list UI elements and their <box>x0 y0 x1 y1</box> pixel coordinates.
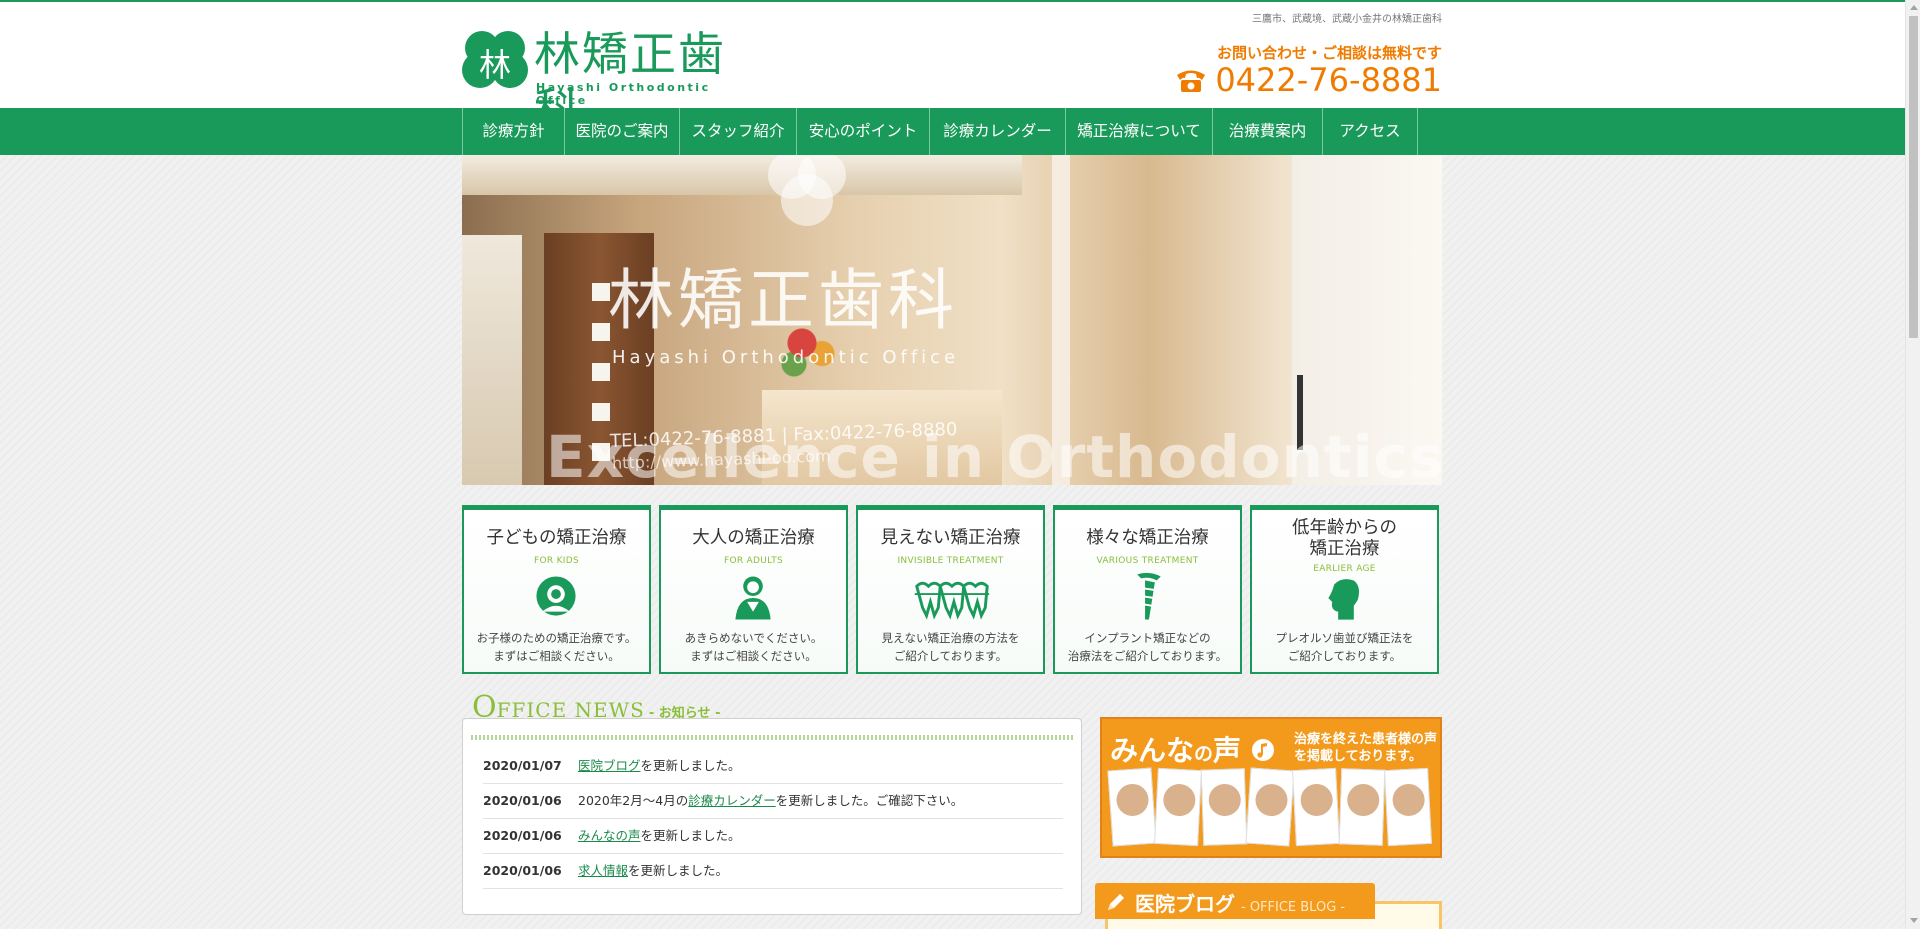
news-box: 2020/01/07 医院ブログを更新しました。 2020/01/06 2020年2… <box>462 718 1082 915</box>
card-subtitle: FOR KIDS <box>534 556 579 566</box>
card-title: 様々な矯正治療 <box>1086 528 1209 548</box>
hero-shelf <box>462 235 522 485</box>
news-item: 2020/01/07 医院ブログを更新しました。 <box>483 749 1063 784</box>
nav-item-fees[interactable]: 治療費案内 <box>1213 108 1323 155</box>
phone-number: 0422-76-8881 <box>1215 61 1442 99</box>
card-subtitle: EARLIER AGE <box>1313 564 1376 574</box>
patient-card <box>1154 767 1202 847</box>
card-subtitle: VARIOUS TREATMENT <box>1096 556 1199 566</box>
card-title: 低年齢からの 矯正治療 <box>1292 518 1397 559</box>
implant-icon <box>1137 572 1161 620</box>
card-title: 大人の矯正治療 <box>692 528 815 548</box>
treatment-cards: 子どもの矯正治療 FOR KIDS お子様のための矯正治療です。 まずはご相談くだ… <box>462 505 1442 674</box>
site-logo[interactable]: 林 林矯正歯科 Hayashi Orthodontic Office <box>462 26 762 137</box>
phone-icon <box>1177 70 1206 92</box>
patient-card <box>1107 767 1157 847</box>
news-date: 2020/01/06 <box>483 793 562 808</box>
card-description: お子様のための矯正治療です。 まずはご相談ください。 <box>476 631 637 663</box>
patient-voices-banner[interactable]: みんなの声 治療を終えた患者様の声を掲載しております。 <box>1100 717 1442 858</box>
news-item: 2020/01/06 みんなの声を更新しました。 <box>483 819 1063 854</box>
nav-item-safety-points[interactable]: 安心のポイント <box>797 108 930 155</box>
scroll-up-icon[interactable] <box>1910 5 1918 10</box>
scroll-down-icon[interactable] <box>1910 918 1918 923</box>
logo-subtitle: Hayashi Orthodontic Office <box>536 81 711 107</box>
card-description: プレオルソ歯並び矯正法を ご紹介しております。 <box>1275 631 1414 663</box>
nav-item-orthodontics[interactable]: 矯正治療について <box>1066 108 1213 155</box>
patient-card <box>1384 767 1432 847</box>
site-header: 三鷹市、武蔵境、武蔵小金井の林矯正歯科 林 林矯正歯科 Hayashi Orth… <box>0 2 1905 137</box>
card-various[interactable]: 様々な矯正治療 VARIOUS TREATMENT インプラント矯正などの 治療法… <box>1053 505 1242 674</box>
news-date: 2020/01/06 <box>483 828 562 843</box>
nav-item-staff[interactable]: スタッフ紹介 <box>680 108 797 155</box>
blog-title: 医院ブログ - OFFICE BLOG - <box>1135 892 1346 916</box>
logo-mark-text: 林 <box>479 46 511 84</box>
nav-item-calendar[interactable]: 診療カレンダー <box>930 108 1066 155</box>
card-adults[interactable]: 大人の矯正治療 FOR ADULTS あきらめないでください。 まずはご相談くださ… <box>659 505 848 674</box>
patient-card <box>1338 768 1386 846</box>
card-description: あきらめないでください。 まずはご相談ください。 <box>684 631 823 663</box>
child-icon <box>536 576 576 616</box>
office-blog[interactable]: 医院ブログ - OFFICE BLOG - <box>1095 883 1442 929</box>
news-item: 2020/01/06 求人情報を更新しました。 <box>483 854 1063 889</box>
card-title: 見えない矯正治療 <box>880 528 1021 548</box>
news-link-blog[interactable]: 医院ブログ <box>578 758 641 773</box>
patient-card <box>1245 767 1295 847</box>
card-title: 子どもの矯正治療 <box>486 528 627 548</box>
main-nav: 診療方針 医院のご案内 スタッフ紹介 安心のポイント 診療カレンダー 矯正治療に… <box>0 108 1905 155</box>
hero-tagline: Excellence in Orthodontics <box>546 423 1442 485</box>
news-link-jobs[interactable]: 求人情報 <box>578 863 628 878</box>
card-description: 見えない矯正治療の方法を ご紹介しております。 <box>881 631 1020 663</box>
card-kids[interactable]: 子どもの矯正治療 FOR KIDS お子様のための矯正治療です。 まずはご相談くだ… <box>462 505 651 674</box>
nav-item-clinic-info[interactable]: 医院のご案内 <box>565 108 680 155</box>
card-subtitle: FOR ADULTS <box>723 556 784 566</box>
patient-card <box>1292 767 1340 847</box>
card-invisible[interactable]: 見えない矯正治療 INVISIBLE TREATMENT 見えない矯正治療の方法… <box>856 505 1045 674</box>
header-tagline: 三鷹市、武蔵境、武蔵小金井の林矯正歯科 <box>1252 14 1442 25</box>
teeth-icon <box>914 581 990 620</box>
nav-item-access[interactable]: アクセス <box>1323 108 1418 155</box>
card-earlier-age[interactable]: 低年齢からの 矯正治療 EARLIER AGE プレオルソ歯並び矯正法を ご紹介して… <box>1250 505 1439 674</box>
music-note-icon <box>1251 739 1274 761</box>
hero-image: 林矯正歯科 Hayashi Orthodontic Office TEL:042… <box>462 155 1442 485</box>
profile-icon <box>1328 579 1360 620</box>
card-description: インプラント矯正などの 治療法をご紹介しております。 <box>1067 631 1228 663</box>
news-item: 2020/01/06 2020年2月～4月の診療カレンダーを更新しました。ご確認下… <box>483 784 1063 819</box>
scroll-thumb[interactable] <box>1909 16 1918 338</box>
voices-note: 治療を終えた患者様の声を掲載しております。 <box>1294 732 1438 764</box>
news-link-calendar[interactable]: 診療カレンダー <box>688 793 776 808</box>
office-news: OFFICE NEWS - お知らせ - 2020/01/07 医院ブログを更新しま… <box>462 690 1082 915</box>
voices-title: みんなの声 <box>1110 729 1275 769</box>
news-date: 2020/01/06 <box>483 863 562 878</box>
page-scrollbar[interactable] <box>1905 0 1920 929</box>
card-subtitle: INVISIBLE TREATMENT <box>897 556 1004 566</box>
pen-icon <box>1108 894 1124 910</box>
news-link-voices[interactable]: みんなの声 <box>578 828 641 843</box>
adult-icon <box>735 576 771 620</box>
contact-phone[interactable]: 0422-76-8881 <box>1150 60 1442 100</box>
hero-subtitle: Hayashi Orthodontic Office <box>612 347 960 368</box>
patient-card <box>1200 768 1248 846</box>
hero-title: 林矯正歯科 <box>608 262 958 339</box>
clinic-logo-icon: 林 <box>462 31 528 88</box>
hero-emblem-icon <box>768 155 846 226</box>
news-date: 2020/01/07 <box>483 758 562 773</box>
nav-item-policy[interactable]: 診療方針 <box>463 108 565 155</box>
patient-photos <box>1107 767 1436 851</box>
